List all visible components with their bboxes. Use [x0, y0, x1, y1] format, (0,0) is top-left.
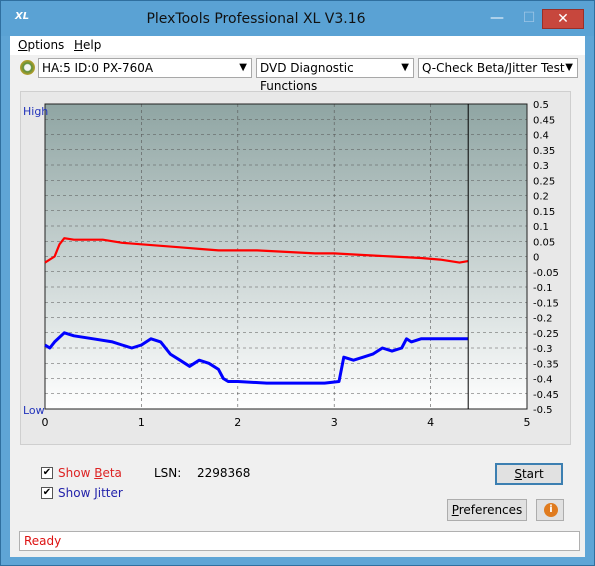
- y-tick-label: -0.4: [533, 375, 553, 386]
- y-tick-label: -0.25: [533, 329, 559, 340]
- y-tick-label: -0.05: [533, 268, 559, 279]
- x-tick-label: 3: [331, 416, 338, 429]
- y-tick-label: 0.45: [533, 115, 555, 126]
- y-tick-label: 0.5: [533, 100, 549, 111]
- status-bar: Ready: [19, 531, 580, 551]
- info-icon: i: [544, 503, 558, 517]
- disc-drive-icon: [20, 60, 35, 75]
- client-area: Options Help HA:5 ID:0 PX-760A ▼ DVD Diag…: [10, 36, 585, 557]
- status-text: Ready: [24, 534, 62, 548]
- minimize-button[interactable]: —: [479, 9, 515, 29]
- controls-area: ✔ Show Beta ✔ Show Jitter LSN: 2298368 S…: [19, 447, 576, 527]
- show-beta-checkbox[interactable]: ✔: [41, 467, 53, 479]
- info-button[interactable]: i: [536, 499, 564, 521]
- y-tick-label: 0.3: [533, 161, 549, 172]
- chevron-down-icon: ▼: [401, 62, 409, 73]
- show-jitter-label[interactable]: Show Jitter: [58, 486, 123, 500]
- y-tick-label: 0.4: [533, 131, 549, 142]
- title-bar[interactable]: XL PlexTools Professional XL V3.16 — ☐ ✕: [1, 1, 594, 36]
- menu-options[interactable]: Options: [18, 38, 64, 52]
- window-title: PlexTools Professional XL V3.16: [146, 11, 366, 27]
- y-tick-label: -0.45: [533, 390, 559, 401]
- show-jitter-checkbox[interactable]: ✔: [41, 487, 53, 499]
- test-select[interactable]: Q-Check Beta/Jitter Test ▼: [418, 58, 578, 78]
- close-button[interactable]: ✕: [542, 9, 584, 29]
- y-tick-label: 0.15: [533, 207, 555, 218]
- drive-select[interactable]: HA:5 ID:0 PX-760A ▼: [38, 58, 252, 78]
- y-tick-label: 0.05: [533, 237, 555, 248]
- x-axis-ticks: 0 1 2 3 4 5: [42, 416, 531, 429]
- y-tick-label: -0.15: [533, 298, 559, 309]
- chevron-down-icon: ▼: [239, 62, 247, 73]
- y-tick-label: 0.35: [533, 146, 555, 157]
- y-tick-label: 0.1: [533, 222, 549, 233]
- lsn-value: 2298368: [197, 466, 251, 480]
- menu-bar: Options Help: [10, 36, 585, 55]
- y-tick-label: 0.2: [533, 192, 549, 203]
- preferences-button[interactable]: Preferences: [447, 499, 527, 521]
- chart-panel: High Low 012345 0.5 0.45 0.4 0.35 0.3 0.25 0.2…: [20, 91, 571, 445]
- y-tick-label: -0.5: [533, 405, 553, 416]
- lsn-label: LSN:: [154, 466, 182, 480]
- y-axis-ticks: 0.5 0.45 0.4 0.35 0.3 0.25 0.2 0.15 0.1 0.05 0 -0.0…: [533, 100, 559, 416]
- x-tick-label: 0: [42, 416, 49, 429]
- function-select[interactable]: DVD Diagnostic Functions ▼: [256, 58, 414, 93]
- y-tick-label: -0.2: [533, 314, 553, 325]
- x-tick-label: 5: [524, 416, 531, 429]
- y-tick-label: 0: [533, 253, 539, 264]
- x-tick-label: 1: [138, 416, 145, 429]
- x-tick-label: 2: [234, 416, 241, 429]
- show-beta-label[interactable]: Show Beta: [58, 466, 122, 480]
- menu-help[interactable]: Help: [74, 38, 101, 52]
- toolbar: HA:5 ID:0 PX-760A ▼ DVD Diagnostic Functi…: [10, 55, 585, 93]
- beta-jitter-chart: High Low 012345 0.50.450.40.350.30.250.2…: [23, 100, 559, 429]
- grid-lines: [44, 103, 528, 410]
- main-window: XL PlexTools Professional XL V3.16 — ☐ ✕…: [0, 0, 595, 566]
- start-button[interactable]: Start: [495, 463, 563, 485]
- y-tick-label: -0.3: [533, 344, 553, 355]
- high-label: High: [23, 105, 48, 118]
- y-tick-label: -0.35: [533, 359, 559, 370]
- y-tick-label: 0.25: [533, 176, 555, 187]
- y-tick-label: -0.1: [533, 283, 553, 294]
- x-tick-label: 4: [427, 416, 434, 429]
- chevron-down-icon: ▼: [565, 62, 573, 73]
